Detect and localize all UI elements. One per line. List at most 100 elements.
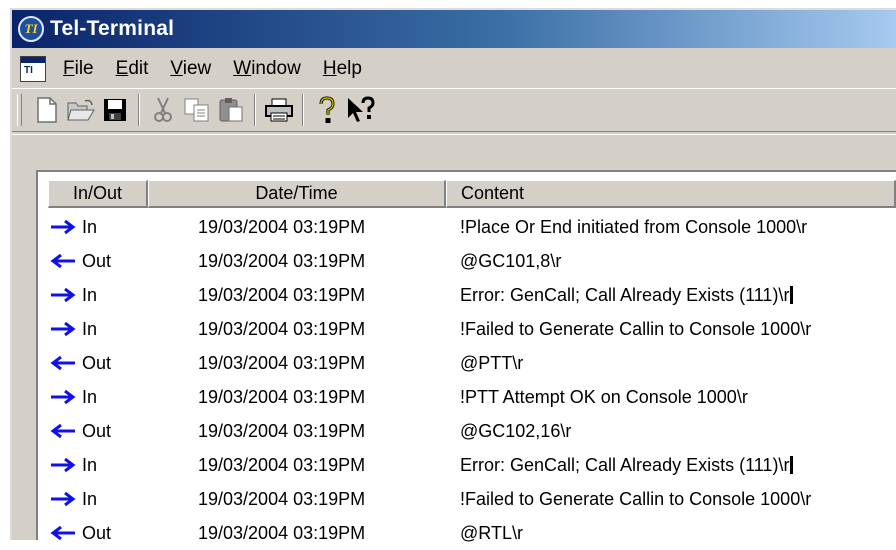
content-cell: @GC102,16\r [460,420,572,441]
direction-label: Out [82,352,112,373]
menu-help[interactable]: Help [323,58,362,80]
open-button[interactable] [65,93,97,127]
cut-scissors-icon [154,97,172,122]
datetime-cell: 19/03/2004 03:19PM [198,352,366,373]
menu-file[interactable]: File [63,58,94,80]
new-button[interactable] [31,93,63,127]
arrow-right-icon [51,458,76,472]
toolbar-separator [254,94,256,126]
menu-window-label: indow [251,58,301,79]
nonprintable-char-mark [790,455,794,474]
menu-file-label: ile [74,58,94,79]
title-bar[interactable]: TI Tel-Terminal [12,10,896,48]
table-row[interactable]: Out 19/03/2004 03:19PM @RTL\r [48,516,896,550]
menu-help-accel: H [322,58,337,79]
print-button[interactable] [263,93,295,127]
paste-button[interactable] [215,93,247,127]
column-header-datetime[interactable]: Date/Time [148,180,446,208]
context-help-icon [348,96,375,122]
paste-icon [219,98,243,122]
document-system-menu-icon[interactable]: TI [20,56,46,82]
arrow-left-icon [50,526,75,540]
app-window: TI Tel-Terminal TI File Edit View Window… [10,8,896,543]
arrow-left-icon [50,424,75,438]
direction-cell: In [48,319,148,340]
print-icon [265,98,293,122]
table-row[interactable]: Out 19/03/2004 03:19PM @PTT\r [48,346,896,380]
arrow-right-icon [51,322,76,336]
cut-button[interactable] [147,93,179,127]
toolbar [12,88,896,132]
arrow-right-icon [51,220,76,234]
direction-label: Out [82,250,112,271]
direction-label: In [82,318,98,339]
content-cell: !Failed to Generate Callin to Console 10… [460,318,812,339]
column-header-content[interactable]: Content [446,180,896,208]
list-header: In/Out Date/Time Content [48,180,896,208]
direction-label: In [82,284,98,305]
table-row[interactable]: Out 19/03/2004 03:19PM @GC102,16\r [48,414,896,448]
menu-view-accel: V [170,58,183,79]
direction-cell: In [48,455,148,476]
menu-window-accel: W [233,58,252,79]
nonprintable-char-mark [790,285,794,304]
arrow-right-icon [51,492,76,506]
direction-label: Out [82,522,112,543]
datetime-cell: 19/03/2004 03:19PM [198,488,366,509]
window-title: Tel-Terminal [50,17,175,40]
content-cell: Error: GenCall; Call Already Exists (111… [446,455,896,476]
direction-label: In [82,454,98,475]
app-logo-icon[interactable]: TI [18,16,44,42]
new-document-icon [37,97,57,123]
content-cell: Error: GenCall; Call Already Exists (111… [446,285,896,306]
datetime-cell: 19/03/2004 03:19PM [198,522,366,543]
menu-edit[interactable]: Edit [116,58,149,80]
content-text: Error: GenCall; Call Already Exists (111… [460,284,790,305]
datetime-cell: 19/03/2004 03:19PM [198,216,366,237]
menu-file-accel: F [63,58,75,79]
document-icon-text: TI [24,65,33,76]
arrow-right-icon [51,390,76,404]
direction-label: In [82,386,98,407]
direction-cell: In [48,489,148,510]
column-header-inout[interactable]: In/Out [48,180,148,208]
copy-icon [184,98,209,122]
arrow-left-icon [50,356,75,370]
table-row[interactable]: In 19/03/2004 03:19PM !Failed to Generat… [48,312,896,346]
datetime-cell: 19/03/2004 03:19PM [198,318,366,339]
datetime-cell: 19/03/2004 03:19PM [198,420,366,441]
help-button[interactable] [311,93,343,127]
copy-button[interactable] [181,93,213,127]
direction-label: In [82,488,98,509]
direction-label: Out [82,420,112,441]
content-cell: !Failed to Generate Callin to Console 10… [460,488,812,509]
content-cell: !PTT Attempt OK on Console 1000\r [460,386,748,407]
datetime-cell: 19/03/2004 03:19PM [198,454,366,475]
arrow-left-icon [50,254,75,268]
toolbar-separator [302,94,304,126]
menu-view-label: iew [182,58,212,79]
toolbar-bottom-edge [12,132,896,135]
direction-label: In [82,216,98,237]
arrow-right-icon [51,288,76,302]
table-row[interactable]: In 19/03/2004 03:19PM !Place Or End init… [48,210,896,244]
table-row[interactable]: In 19/03/2004 03:19PM !PTT Attempt OK on… [48,380,896,414]
save-disk-icon [104,99,126,121]
direction-cell: In [48,387,148,408]
datetime-cell: 19/03/2004 03:19PM [198,284,366,305]
menu-window[interactable]: Window [233,58,301,80]
table-row[interactable]: In 19/03/2004 03:19PM Error: GenCall; Ca… [48,278,896,312]
save-button[interactable] [99,93,131,127]
content-text: Error: GenCall; Call Already Exists (111… [460,454,790,475]
toolbar-grip[interactable] [17,94,22,126]
content-cell: @PTT\r [460,352,524,373]
menu-view[interactable]: View [170,58,211,80]
datetime-cell: 19/03/2004 03:19PM [198,250,366,271]
open-folder-icon [67,99,95,121]
direction-cell: Out [48,353,148,374]
table-row[interactable]: In 19/03/2004 03:19PM Error: GenCall; Ca… [48,448,896,482]
content-cell: @RTL\r [460,522,523,543]
table-row[interactable]: Out 19/03/2004 03:19PM @GC101,8\r [48,244,896,278]
context-help-button[interactable] [345,93,377,127]
table-row[interactable]: In 19/03/2004 03:19PM !Failed to Generat… [48,482,896,516]
